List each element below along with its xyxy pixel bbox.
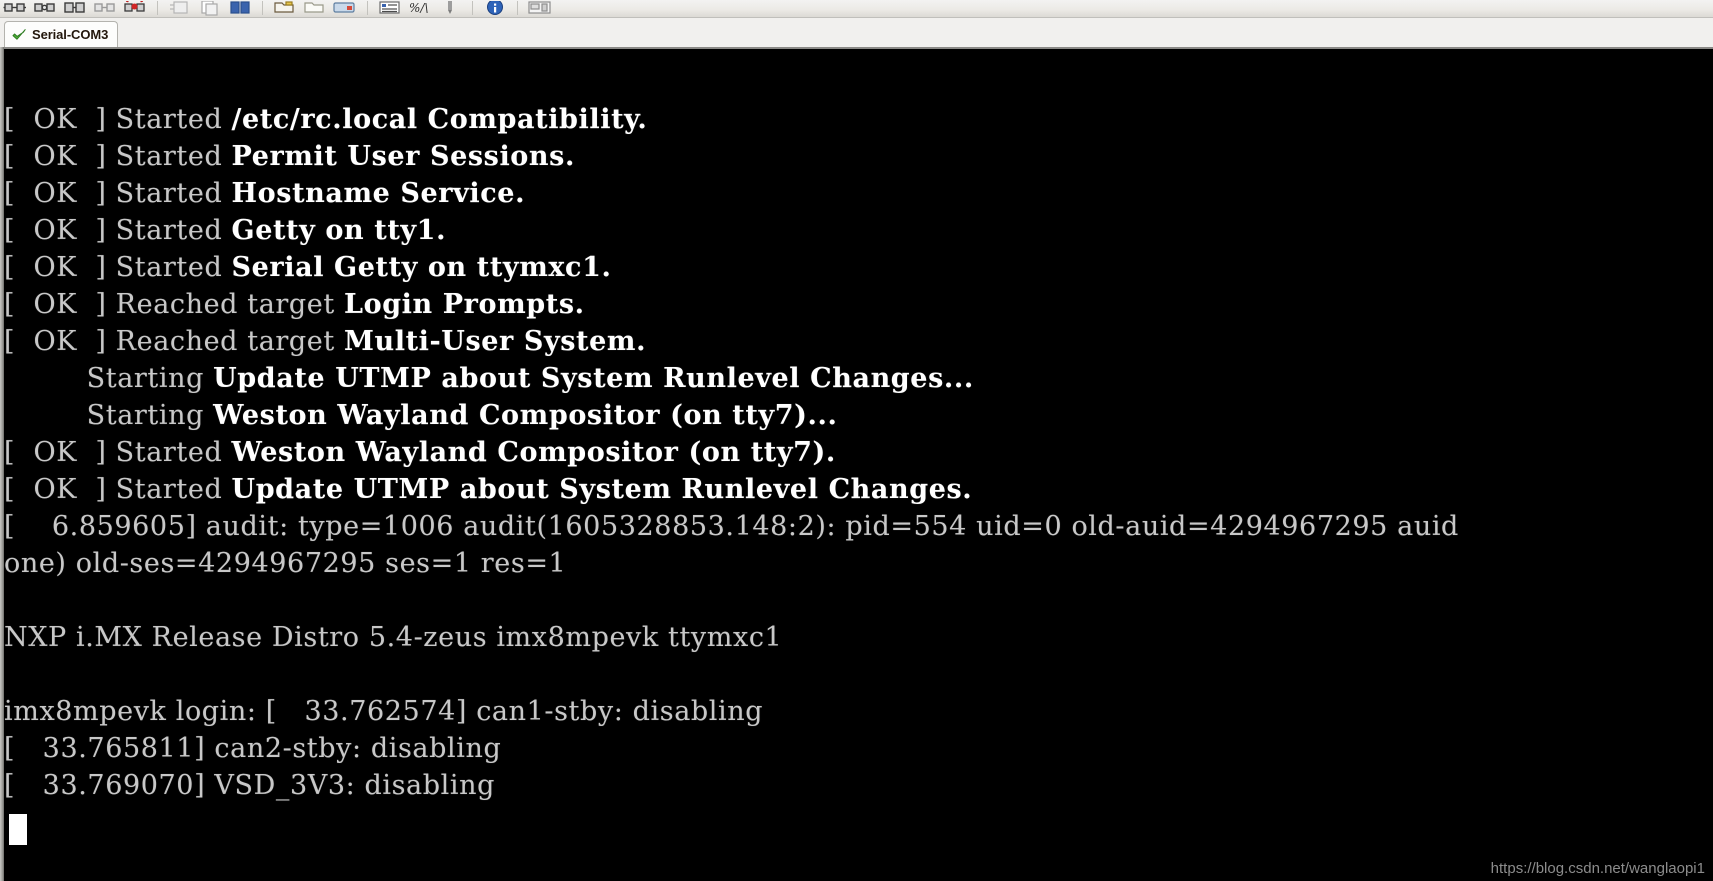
- toolbar-group-connection: [0, 0, 150, 17]
- terminal-text-span: [ OK ] Started: [4, 141, 232, 172]
- terminal-text-span: imx8mpevk login: [ 33.762574] can1-stby:…: [4, 696, 764, 727]
- toolbar-separator: [517, 1, 518, 15]
- terminal-line: [ OK ] Reached target Login Prompts.: [4, 286, 585, 323]
- terminal-line: imx8mpevk login: [ 33.762574] can1-stby:…: [4, 693, 763, 730]
- terminal-text-span: NXP i.MX Release Distro 5.4-zeus imx8mpe…: [4, 622, 783, 653]
- split-view-icon[interactable]: [225, 0, 255, 17]
- terminal-text-span: Starting: [4, 363, 214, 394]
- terminal-text-span: [ OK ] Started: [4, 474, 232, 505]
- toolbar-group-edit: [165, 0, 255, 17]
- terminal-line: [ OK ] Started Permit User Sessions.: [4, 138, 575, 175]
- toolbar-group-properties: [525, 0, 555, 17]
- green-check-icon: [12, 28, 26, 40]
- marker-icon[interactable]: [435, 0, 465, 17]
- toolbar-separator: [157, 1, 158, 15]
- terminal-text-span: [ OK ] Started: [4, 178, 232, 209]
- terminal-text-span: Starting: [4, 400, 214, 431]
- disconnect-all-icon[interactable]: [120, 0, 150, 17]
- terminal-text-span: [ OK ] Reached target: [4, 326, 344, 357]
- terminal-cursor: [9, 814, 27, 845]
- terminal-line: [ OK ] Started Hostname Service.: [4, 175, 525, 212]
- connect-port-icon[interactable]: [60, 0, 90, 17]
- terminal-text-span: Serial Getty on ttymxc1.: [231, 252, 612, 283]
- terminal-line: [ 6.859605] audit: type=1006 audit(16053…: [4, 508, 1459, 545]
- copy-icon[interactable]: [195, 0, 225, 17]
- terminal-text-span: [ OK ] Reached target: [4, 289, 344, 320]
- toolbar-separator: [262, 1, 263, 15]
- terminal-line: [ OK ] Started Serial Getty on ttymxc1.: [4, 249, 612, 286]
- terminal-text-span: [ 33.765811] can2-stby: disabling: [4, 733, 502, 764]
- svg-text:%/\: %/\: [409, 1, 429, 15]
- disconnect-icon[interactable]: [30, 0, 60, 17]
- terminal-text-span: [ OK ] Started: [4, 104, 232, 135]
- terminal-text-span: Update UTMP about System Runlevel Change…: [231, 474, 973, 505]
- terminal-text-span: Login Prompts.: [344, 289, 585, 320]
- properties-icon[interactable]: [525, 0, 555, 17]
- terminal-text-span: /etc/rc.local Compatibility.: [231, 104, 648, 135]
- terminal-line: Starting Weston Wayland Compositor (on t…: [4, 397, 838, 434]
- terminal-text-span: [ OK ] Started: [4, 437, 232, 468]
- terminal-line: NXP i.MX Release Distro 5.4-zeus imx8mpe…: [4, 619, 782, 656]
- connect-icon[interactable]: [0, 0, 30, 17]
- terminal-text-span: Permit User Sessions.: [231, 141, 575, 172]
- terminal-text-span: [ 6.859605] audit: type=1006 audit(16053…: [4, 511, 1459, 542]
- terminal-panel: [ OK ] Started /etc/rc.local Compatibili…: [0, 47, 1713, 881]
- reconnect-icon[interactable]: [90, 0, 120, 17]
- toolbar-group-file: [270, 0, 360, 17]
- macro-icon[interactable]: %/\: [405, 0, 435, 17]
- terminal-text-span: Getty on tty1.: [231, 215, 447, 246]
- terminal-line: [ 33.765811] can2-stby: disabling: [4, 730, 501, 767]
- about-icon[interactable]: [480, 0, 510, 17]
- toolbar-group-tools: %/\: [375, 0, 465, 17]
- terminal-text-span: Weston Wayland Compositor (on tty7).: [231, 437, 836, 468]
- log-list-icon[interactable]: [375, 0, 405, 17]
- terminal-text-span: Update UTMP about System Runlevel Change…: [213, 363, 974, 394]
- save-log-icon[interactable]: [300, 0, 330, 17]
- terminal-text-span: one) old-ses=4294967295 ses=1 res=1: [4, 548, 567, 579]
- terminal-text-span: Weston Wayland Compositor (on tty7)...: [213, 400, 838, 431]
- toolbar: %/\: [0, 0, 1713, 18]
- send-file-icon[interactable]: [330, 0, 360, 17]
- terminal-line: [ 33.769070] VSD_3V3: disabling: [4, 767, 495, 804]
- watermark-text: https://blog.csdn.net/wanglaopi1: [1490, 860, 1705, 877]
- terminal-line: [ OK ] Started Getty on tty1.: [4, 212, 446, 249]
- tab-strip: Serial-COM3: [0, 18, 1713, 47]
- terminal-line: [ OK ] Started Weston Wayland Compositor…: [4, 434, 836, 471]
- toolbar-separator: [367, 1, 368, 15]
- terminal-text-span: [ 33.769070] VSD_3V3: disabling: [4, 770, 495, 801]
- open-folder-icon[interactable]: [270, 0, 300, 17]
- terminal-line: Starting Update UTMP about System Runlev…: [4, 360, 974, 397]
- tab-serial-com3[interactable]: Serial-COM3: [4, 21, 119, 47]
- clear-screen-icon[interactable]: [165, 0, 195, 17]
- toolbar-separator: [472, 1, 473, 15]
- terminal-line: [ OK ] Started /etc/rc.local Compatibili…: [4, 101, 647, 138]
- terminal-line: one) old-ses=4294967295 ses=1 res=1: [4, 545, 566, 582]
- serial-terminal-window: %/\ Serial-COM3 [OK] Started /etc/rc.l…: [0, 0, 1713, 881]
- terminal-text-span: [ OK ] Started: [4, 215, 232, 246]
- terminal-text-span: [ OK ] Started: [4, 252, 232, 283]
- terminal-text-span: Multi-User System.: [344, 326, 647, 357]
- terminal-line: [ OK ] Started Update UTMP about System …: [4, 471, 972, 508]
- terminal-line: [ OK ] Reached target Multi-User System.: [4, 323, 646, 360]
- toolbar-group-help: [480, 0, 510, 17]
- terminal-text-span: Hostname Service.: [231, 178, 526, 209]
- terminal-screen[interactable]: [ OK ] Started /etc/rc.local Compatibili…: [4, 49, 1713, 881]
- tab-label: Serial-COM3: [32, 27, 109, 42]
